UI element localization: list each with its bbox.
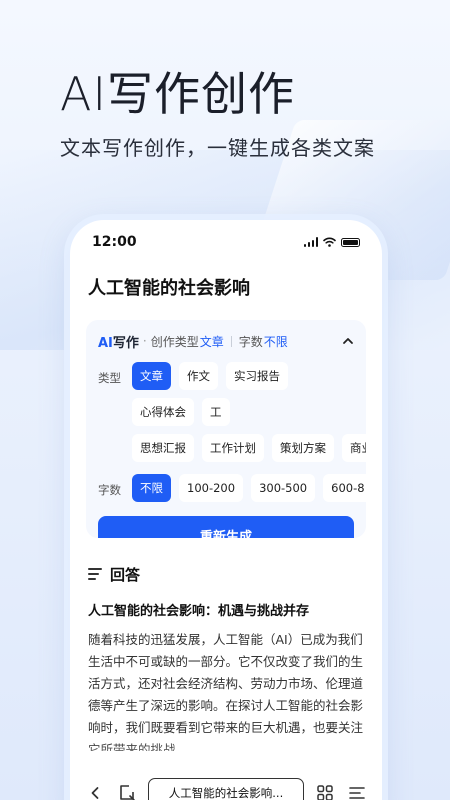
type-chips: 文章 作文 实习报告 心得体会 工	[132, 362, 354, 426]
menu-icon[interactable]	[346, 782, 368, 800]
chevron-up-icon[interactable]	[342, 337, 354, 345]
answer-heading: 回答	[110, 565, 141, 584]
answer-body: 随着科技的迅猛发展，人工智能（AI）已成为我们生活中不可或缺的一部分。它不仅改变…	[88, 632, 364, 751]
new-note-icon[interactable]	[116, 782, 138, 800]
battery-icon	[341, 237, 360, 247]
type-label: 创作类型	[150, 334, 199, 349]
type-chips-row2: 思想汇报 工作计划 策划方案 商业计	[132, 434, 366, 462]
type-chip[interactable]: 思想汇报	[132, 434, 194, 462]
separator-dot: ·	[142, 334, 147, 348]
count-label: 字数	[238, 334, 263, 349]
count-value: 不限	[263, 334, 288, 349]
bottom-toolbar: 人工智能的社会影响...	[70, 766, 382, 800]
answer-lines-icon	[88, 568, 102, 580]
ai-badge: AI写作	[98, 335, 139, 351]
answer-subheading: 人工智能的社会影响：机遇与挑战并存	[88, 604, 310, 619]
type-chip[interactable]: 实习报告	[226, 362, 288, 390]
panel-header[interactable]: AI写作 · 创作类型 文章 字数 不限	[98, 330, 354, 352]
title-address-box[interactable]: 人工智能的社会影响...	[148, 778, 304, 800]
status-time: 12:00	[92, 234, 137, 250]
count-row: 字数 不限 100-200 300-500 600-8	[98, 474, 366, 502]
type-row-label: 类型	[98, 371, 121, 385]
type-chip[interactable]: 工	[202, 398, 230, 426]
type-value: 文章	[199, 334, 224, 349]
type-chip[interactable]: 作文	[179, 362, 218, 390]
count-chips: 不限 100-200 300-500 600-8	[132, 474, 366, 502]
type-chip[interactable]: 文章	[132, 362, 171, 390]
grid-icon[interactable]	[314, 782, 336, 800]
count-chip[interactable]: 100-200	[179, 474, 244, 502]
type-chip[interactable]: 商业计	[342, 434, 366, 462]
signal-icon	[303, 237, 318, 247]
count-row-label: 字数	[98, 483, 121, 497]
hero-subtitle: 文本写作创作，一键生成各类文案	[60, 136, 375, 160]
divider	[230, 335, 232, 347]
count-chip[interactable]: 600-8	[323, 474, 366, 502]
count-chip[interactable]: 不限	[132, 474, 171, 502]
page-title: 人工智能的社会影响	[88, 278, 250, 299]
ai-writing-panel: AI写作 · 创作类型 文章 字数 不限 类型 文章 作文 实习报告 心得体会 …	[86, 320, 366, 538]
regenerate-button[interactable]: 重新生成	[98, 516, 354, 538]
count-chip[interactable]: 300-500	[251, 474, 316, 502]
type-chip[interactable]: 心得体会	[132, 398, 194, 426]
phone-frame: 12:00 人工智能的社会影响 AI写作 · 创作类型 文章 字数 不限 类型 …	[70, 220, 382, 800]
type-chip[interactable]: 策划方案	[272, 434, 334, 462]
wifi-icon	[323, 237, 336, 247]
type-chip[interactable]: 工作计划	[202, 434, 264, 462]
answer-header: 回答	[70, 538, 382, 588]
back-icon[interactable]	[84, 782, 106, 800]
status-bar: 12:00	[70, 220, 382, 264]
status-icons	[303, 237, 360, 247]
hero-title: AI写作创作	[60, 67, 296, 121]
type-row: 类型 文章 作文 实习报告 心得体会 工	[98, 362, 354, 426]
